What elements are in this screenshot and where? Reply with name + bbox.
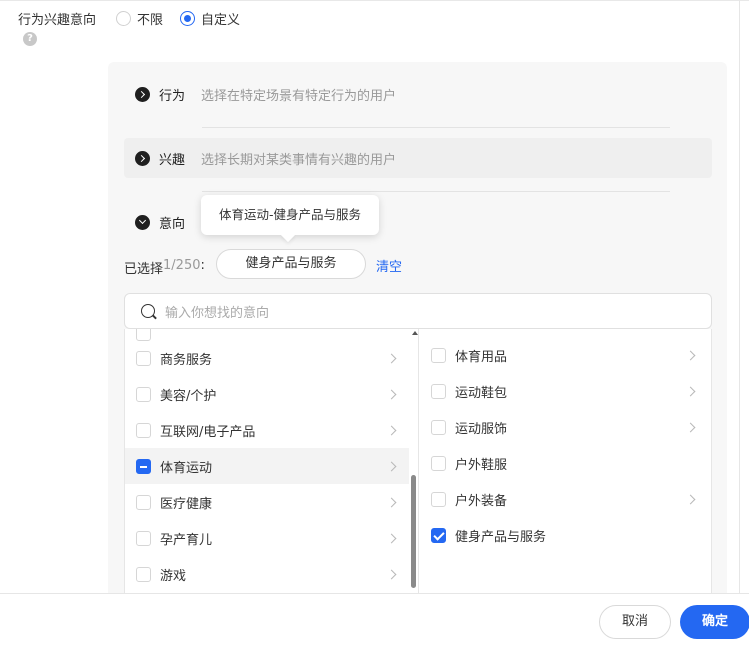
list-item-label: 运动服饰	[455, 421, 508, 437]
selection-tooltip: 体育运动-健身产品与服务	[201, 195, 379, 235]
category-title: 兴趣	[159, 152, 186, 168]
list-item[interactable]: 美容/个护	[125, 376, 409, 412]
list-item-label: 互联网/电子产品	[160, 424, 256, 440]
selected-count-value: 1/250	[163, 258, 201, 273]
list-item[interactable]: 孕产育儿	[125, 520, 409, 556]
dialog-edge	[739, 0, 740, 600]
chevron-right-icon	[685, 386, 696, 396]
radio-custom[interactable]: 自定义	[180, 9, 240, 28]
checkbox[interactable]	[136, 329, 151, 341]
list-item[interactable]: 医疗健康	[125, 484, 409, 520]
list-item-label: 户外鞋服	[455, 457, 508, 473]
search-placeholder: 输入你想找的意向	[165, 305, 270, 321]
chevron-right-icon	[685, 422, 696, 432]
list-item[interactable]: 户外鞋服	[420, 445, 708, 481]
chevron-right-icon	[386, 461, 397, 471]
chevron-right-icon	[386, 497, 397, 507]
list-item[interactable]: 健身产品与服务	[420, 517, 708, 553]
scrollbar[interactable]	[410, 329, 418, 593]
checkbox[interactable]	[136, 566, 151, 582]
chevron-right-icon	[386, 569, 397, 579]
intent-picker: 商务服务 美容/个护 互联网/电子产品 体育运动 医疗健康 孕产育儿 游戏 体育…	[124, 329, 712, 594]
search-icon	[141, 304, 155, 318]
category-behavior[interactable]: 行为 选择在特定场景有特定行为的用户	[124, 74, 712, 114]
list-item[interactable]: 商务服务	[125, 340, 409, 376]
help-icon[interactable]: ?	[23, 32, 37, 46]
scrollbar-thumb[interactable]	[411, 475, 416, 588]
list-item[interactable]: 运动服饰	[420, 409, 708, 445]
category-title: 行为	[159, 88, 186, 104]
chevron-right-circle-icon	[135, 150, 150, 166]
checkbox[interactable]	[136, 350, 151, 366]
selected-label-text: 已选择	[124, 262, 164, 277]
radio-circle-selected-icon	[180, 11, 195, 26]
chevron-right-icon	[685, 350, 696, 360]
category-interest[interactable]: 兴趣 选择长期对某类事情有兴趣的用户	[124, 138, 712, 178]
checkbox[interactable]	[136, 530, 151, 546]
selected-count: 已选择 1/250 :	[124, 258, 205, 277]
list-item[interactable]: 游戏	[125, 556, 409, 592]
list-item-label: 体育运动	[160, 460, 213, 476]
checkbox-partial[interactable]	[136, 458, 151, 474]
clear-link[interactable]: 清空	[376, 256, 402, 275]
category-title: 意向	[159, 216, 186, 232]
list-item-label: 体育用品	[455, 349, 508, 365]
checkbox[interactable]	[431, 347, 446, 363]
checkbox[interactable]	[136, 494, 151, 510]
checkbox[interactable]	[431, 491, 446, 507]
scroll-up-arrow-icon[interactable]	[412, 331, 418, 335]
intent-subcategory-column: 体育用品 运动鞋包 运动服饰 户外鞋服 户外装备 健身产品与服务	[420, 329, 711, 593]
top-divider	[0, 0, 749, 1]
divider	[202, 191, 670, 192]
list-item-label: 美容/个护	[160, 388, 217, 404]
selected-colon: :	[200, 258, 205, 273]
chevron-down-circle-icon	[135, 214, 150, 230]
confirm-button[interactable]: 确定	[680, 605, 749, 639]
search-input[interactable]: 输入你想找的意向	[124, 293, 712, 329]
checkbox[interactable]	[431, 419, 446, 435]
list-item-label: 健身产品与服务	[455, 529, 547, 545]
radio-label: 自定义	[201, 13, 241, 28]
intent-category-column: 商务服务 美容/个护 互联网/电子产品 体育运动 医疗健康 孕产育儿 游戏	[125, 329, 419, 593]
category-desc: 选择长期对某类事情有兴趣的用户	[201, 152, 397, 168]
list-item-active[interactable]: 体育运动	[125, 448, 409, 484]
list-item-label: 医疗健康	[160, 496, 213, 512]
list-item-label: 孕产育儿	[160, 532, 213, 548]
list-item-label: 商务服务	[160, 352, 213, 368]
list-item-label: 运动鞋包	[455, 385, 508, 401]
checkbox-checked[interactable]	[431, 527, 446, 543]
checkbox[interactable]	[136, 422, 151, 438]
field-label: 行为兴趣意向	[18, 13, 97, 28]
list-item[interactable]: 运动鞋包	[420, 373, 708, 409]
category-desc: 选择在特定场景有特定行为的用户	[201, 88, 397, 104]
checkbox[interactable]	[431, 455, 446, 471]
list-item[interactable]: 互联网/电子产品	[125, 412, 409, 448]
checkbox[interactable]	[136, 386, 151, 402]
cancel-button[interactable]: 取消	[599, 605, 671, 639]
chevron-right-circle-icon	[135, 86, 150, 102]
divider	[202, 127, 670, 128]
selected-tag[interactable]: 健身产品与服务	[216, 249, 366, 279]
list-item[interactable]: 户外装备	[420, 481, 708, 517]
list-item-label: 户外装备	[455, 493, 508, 509]
list-item-label: 游戏	[160, 568, 187, 584]
chevron-right-icon	[685, 494, 696, 504]
radio-label: 不限	[137, 13, 164, 28]
list-item[interactable]: 体育用品	[420, 337, 708, 373]
chevron-right-icon	[386, 533, 397, 543]
chevron-right-icon	[386, 353, 397, 363]
chevron-right-icon	[386, 389, 397, 399]
radio-circle-icon	[116, 11, 131, 26]
radio-unlimited[interactable]: 不限	[116, 9, 163, 28]
checkbox[interactable]	[431, 383, 446, 399]
chevron-right-icon	[386, 425, 397, 435]
